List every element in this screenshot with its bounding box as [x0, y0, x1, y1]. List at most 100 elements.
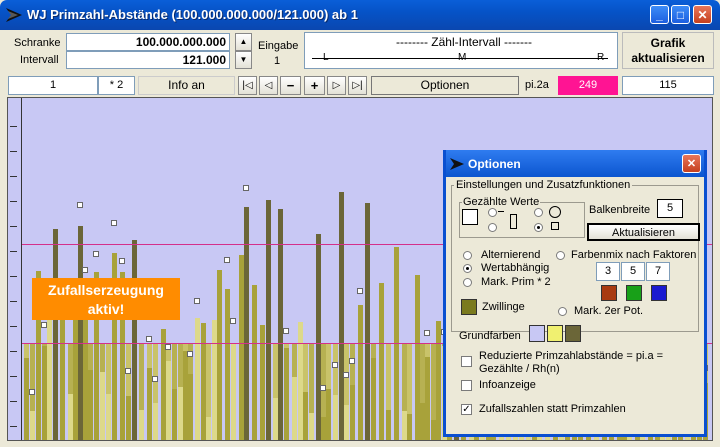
shape-radio-4[interactable]	[534, 223, 543, 232]
chart-marker	[165, 344, 171, 350]
reduced-checkbox[interactable]	[461, 356, 472, 367]
zaehl-l-marker: L	[323, 52, 329, 63]
chart-bar	[126, 396, 131, 440]
ruler-tick	[10, 126, 17, 127]
refresh-button[interactable]: Aktualisieren	[587, 223, 700, 241]
ruler-tick	[10, 376, 17, 377]
reduced-label-line1: Reduzierte Primzahlabstände = pi.a =	[479, 350, 664, 362]
nav-next-button[interactable]: ▷	[327, 76, 346, 95]
chart-marker	[187, 351, 193, 358]
color-mix-label: Farbenmix nach Faktoren	[571, 249, 697, 261]
maximize-button[interactable]: □	[671, 5, 690, 24]
nav-prev-button[interactable]: ◁	[259, 76, 278, 95]
close-button[interactable]: ✕	[693, 5, 712, 24]
chart-bar	[132, 239, 137, 440]
base-colors-label: Grundfarben	[459, 330, 521, 342]
chart-marker	[343, 371, 349, 378]
chart-bar	[252, 284, 257, 440]
chart-bar	[225, 288, 230, 440]
ruler-tick	[10, 351, 17, 352]
info-display-checkbox[interactable]	[461, 380, 472, 391]
line-shape-icon	[498, 211, 504, 212]
chart-bar	[172, 389, 177, 440]
factor-5-box[interactable]: 5	[621, 262, 645, 281]
ruler-tick	[10, 151, 17, 152]
nav-minus-button[interactable]: −	[280, 76, 301, 95]
factor-7-box[interactable]: 7	[646, 262, 670, 281]
minimize-button[interactable]: _	[650, 5, 669, 24]
chart-bar	[106, 393, 111, 440]
eingabe-label: Eingabe	[258, 40, 299, 52]
factor-value: * 2	[109, 79, 124, 91]
chart-marker	[146, 336, 152, 343]
spin-down-button[interactable]: ▼	[235, 51, 252, 69]
shape-radio-3[interactable]	[534, 208, 543, 217]
info-an-button[interactable]: Info an	[138, 76, 235, 95]
chart-bar	[425, 357, 430, 440]
chart-marker	[332, 361, 338, 368]
dialog-title: Optionen	[468, 157, 521, 171]
chart-bar	[217, 270, 222, 440]
chart-bar	[266, 200, 271, 440]
random-badge-line2: aktiv!	[87, 301, 125, 317]
color-mix-radio[interactable]	[556, 251, 565, 260]
ruler-tick	[10, 301, 17, 302]
chart-marker	[230, 317, 236, 324]
nav-last-button[interactable]: ▷|	[348, 76, 367, 95]
shape-radio-1[interactable]	[488, 208, 497, 217]
chart-bar	[333, 394, 338, 440]
mark-prime-radio[interactable]	[463, 278, 472, 287]
info-an-label: Info an	[168, 78, 205, 92]
factor-3-box[interactable]: 3	[596, 262, 620, 281]
factor-5-color-swatch[interactable]	[626, 285, 642, 301]
schranke-label: Schranke	[14, 37, 61, 49]
chart-bar	[100, 371, 105, 440]
intervall-input[interactable]	[66, 51, 230, 69]
mark-pow2-radio[interactable]	[558, 307, 567, 316]
circle-shape-icon	[549, 206, 561, 218]
bar-width-input[interactable]: 5	[657, 199, 683, 218]
chart-bar	[60, 304, 65, 440]
spin-up-button[interactable]: ▲	[235, 33, 252, 51]
chart-bar	[303, 392, 308, 440]
alternating-radio[interactable]	[463, 251, 472, 260]
factor-field[interactable]: * 2	[98, 76, 135, 95]
square-shape-icon	[462, 209, 478, 225]
factor-3-color-swatch[interactable]	[601, 285, 617, 301]
ruler-tick	[10, 326, 17, 327]
eingabe-value: 1	[274, 55, 281, 67]
base-color-2-swatch[interactable]	[547, 325, 563, 342]
factor-7-color-swatch[interactable]	[651, 285, 667, 301]
grafik-aktualisieren-button[interactable]: Grafik aktualisieren	[622, 32, 714, 69]
dialog-close-button[interactable]: ✕	[682, 154, 701, 173]
ruler-tick	[10, 201, 17, 202]
optionen-button[interactable]: Optionen	[371, 76, 519, 95]
chart-bar	[153, 403, 158, 440]
optionen-label: Optionen	[420, 78, 470, 92]
chart-bar	[53, 228, 58, 440]
ruler-tick	[10, 401, 17, 402]
chart-bar	[350, 384, 355, 440]
schranke-input[interactable]	[66, 33, 230, 51]
window-title: WJ Primzahl-Abstände (100.000.000.000/12…	[27, 7, 358, 22]
pi-value-field: 249	[558, 76, 618, 95]
chart-bar	[24, 358, 29, 440]
factor-3-label: 3	[604, 265, 612, 277]
random-numbers-checkbox[interactable]: ✓	[461, 404, 472, 415]
chart-bar	[365, 203, 370, 440]
page-field[interactable]: 1	[8, 76, 98, 95]
nav-plus-button[interactable]: +	[304, 76, 325, 95]
random-numbers-label: Zufallszahlen statt Primzahlen	[479, 403, 626, 415]
value-dependent-radio[interactable]	[463, 264, 472, 273]
ruler-tick	[10, 251, 17, 252]
count-value: 115	[659, 79, 677, 91]
nav-first-button[interactable]: |◁	[238, 76, 257, 95]
chart-marker	[125, 367, 131, 374]
grafik-button-label: Grafik aktualisieren	[631, 36, 705, 65]
base-color-3-swatch[interactable]	[565, 325, 581, 342]
alternating-label: Alternierend	[481, 249, 541, 261]
chart-marker	[152, 375, 158, 382]
base-color-1-swatch[interactable]	[529, 325, 545, 342]
shape-radio-2[interactable]	[488, 223, 497, 232]
twins-color-swatch[interactable]	[461, 299, 477, 315]
